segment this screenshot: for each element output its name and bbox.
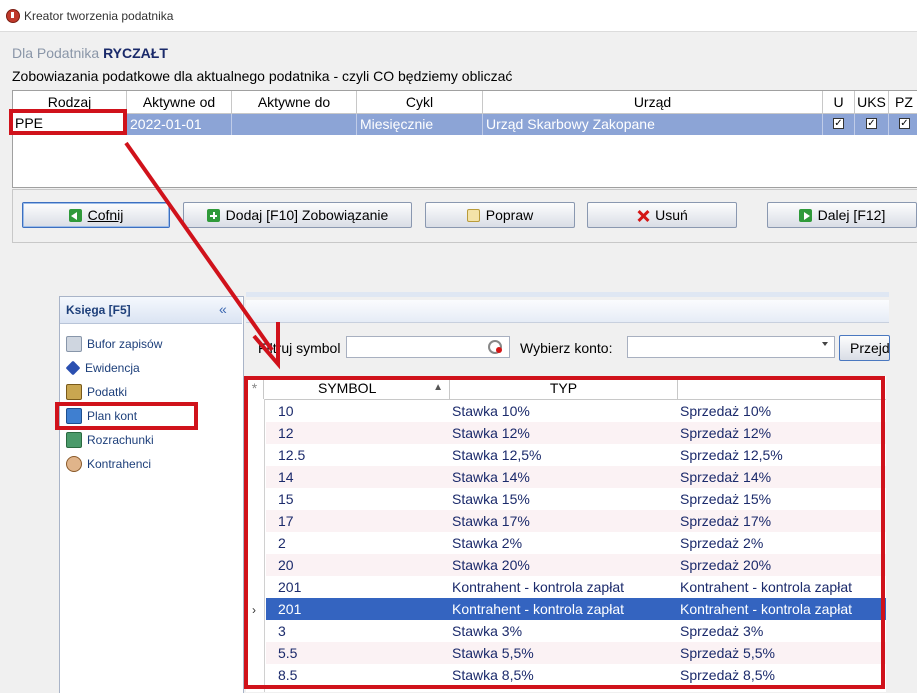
nav-item-contractors[interactable]: Kontrahenci (66, 454, 151, 474)
back-button[interactable]: Cofnij (22, 202, 170, 228)
go-button-label: Przejdź (850, 340, 890, 356)
cell-aktywne-od[interactable]: 2022-01-01 (127, 114, 232, 135)
obligations-subheading: Zobowiazania podatkowe dla aktualnego po… (12, 68, 513, 84)
nav-item-label: Podatki (87, 385, 128, 399)
col-uks[interactable]: UKS (855, 91, 889, 113)
filter-symbol-label: Filtruj symbol (258, 340, 341, 356)
nav-item-label: Kontrahenci (87, 457, 152, 471)
arrow-right-icon (798, 208, 812, 222)
ledger-nav-title: Księga [F5] (66, 303, 131, 317)
nav-item-label: Rozrachunki (87, 433, 154, 447)
edit-button[interactable]: Popraw (425, 202, 575, 228)
obligations-grid-header: Rodzaj Aktywne od Aktywne do Cykl Urząd … (13, 91, 917, 114)
taxpayer-type: RYCZAŁT (103, 45, 168, 61)
cell-pz[interactable]: ✓ (889, 114, 917, 135)
plus-icon (206, 208, 220, 222)
back-button-label: Cofnij (87, 207, 124, 223)
contractors-icon (66, 456, 82, 472)
cell-u[interactable]: ✓ (823, 114, 855, 135)
add-obligation-button[interactable]: Dodaj [F10] Zobowiązanie (183, 202, 412, 228)
choose-account-select[interactable] (627, 336, 835, 358)
filter-symbol-input[interactable] (346, 336, 510, 358)
for-label: Dla Podatnika (12, 45, 100, 61)
col-aktywne-do[interactable]: Aktywne do (232, 91, 357, 113)
accounts-panel-toolbar (246, 300, 889, 323)
col-aktywne-od[interactable]: Aktywne od (127, 91, 232, 113)
pencil-icon (466, 208, 480, 222)
col-u[interactable]: U (823, 91, 855, 113)
checkbox-uks[interactable]: ✓ (866, 118, 877, 129)
annotation-box-ppe (9, 109, 127, 135)
cell-uks[interactable]: ✓ (855, 114, 889, 135)
nav-item-buffer[interactable]: Bufor zapisów (66, 334, 162, 354)
obligation-row[interactable]: PPE 2022-01-01 Miesięcznie Urząd Skarbow… (13, 114, 917, 135)
checkbox-u[interactable]: ✓ (833, 118, 844, 129)
edit-button-label: Popraw (485, 207, 534, 223)
annotation-box-grid (244, 376, 885, 689)
choose-account-label: Wybierz konto: (520, 340, 613, 356)
diamond-icon (65, 360, 81, 376)
checkbox-pz[interactable]: ✓ (899, 118, 910, 129)
obligations-grid[interactable]: Rodzaj Aktywne od Aktywne do Cykl Urząd … (12, 90, 917, 188)
col-urzad[interactable]: Urząd (483, 91, 823, 113)
taxpayer-heading: Dla Podatnika RYCZAŁT (12, 45, 168, 61)
col-pz[interactable]: PZ (889, 91, 917, 113)
chevron-down-icon[interactable] (822, 342, 828, 346)
buffer-icon (66, 336, 82, 352)
taxes-icon (66, 384, 82, 400)
cell-cykl[interactable]: Miesięcznie (357, 114, 483, 135)
add-button-label: Dodaj [F10] Zobowiązanie (225, 207, 389, 223)
window-title: Kreator tworzenia podatnika (24, 9, 174, 23)
delete-x-icon (636, 209, 649, 222)
app-icon (6, 9, 20, 23)
nav-item-label: Bufor zapisów (87, 337, 163, 351)
settlements-icon (66, 432, 82, 448)
next-button-label: Dalej [F12] (817, 207, 886, 223)
arrow-left-icon (68, 208, 82, 222)
col-cykl[interactable]: Cykl (357, 91, 483, 113)
accounts-panel-strip (246, 292, 889, 297)
nav-item-settlements[interactable]: Rozrachunki (66, 430, 154, 450)
nav-item-records[interactable]: Ewidencja (65, 358, 140, 378)
clear-filter-icon[interactable] (488, 340, 502, 354)
nav-item-taxes[interactable]: Podatki (66, 382, 127, 402)
annotation-box-plan-kont (55, 402, 198, 430)
delete-button-label: Usuń (655, 207, 688, 223)
next-button[interactable]: Dalej [F12] (767, 202, 917, 228)
delete-button[interactable]: Usuń (587, 202, 737, 228)
cell-aktywne-do[interactable] (232, 114, 357, 135)
ledger-nav-panel (59, 296, 244, 693)
cell-urzad[interactable]: Urząd Skarbowy Zakopane (483, 114, 823, 135)
go-button[interactable]: Przejdź (839, 335, 890, 361)
nav-item-label: Ewidencja (85, 361, 140, 375)
collapse-icon[interactable]: « (219, 301, 227, 317)
